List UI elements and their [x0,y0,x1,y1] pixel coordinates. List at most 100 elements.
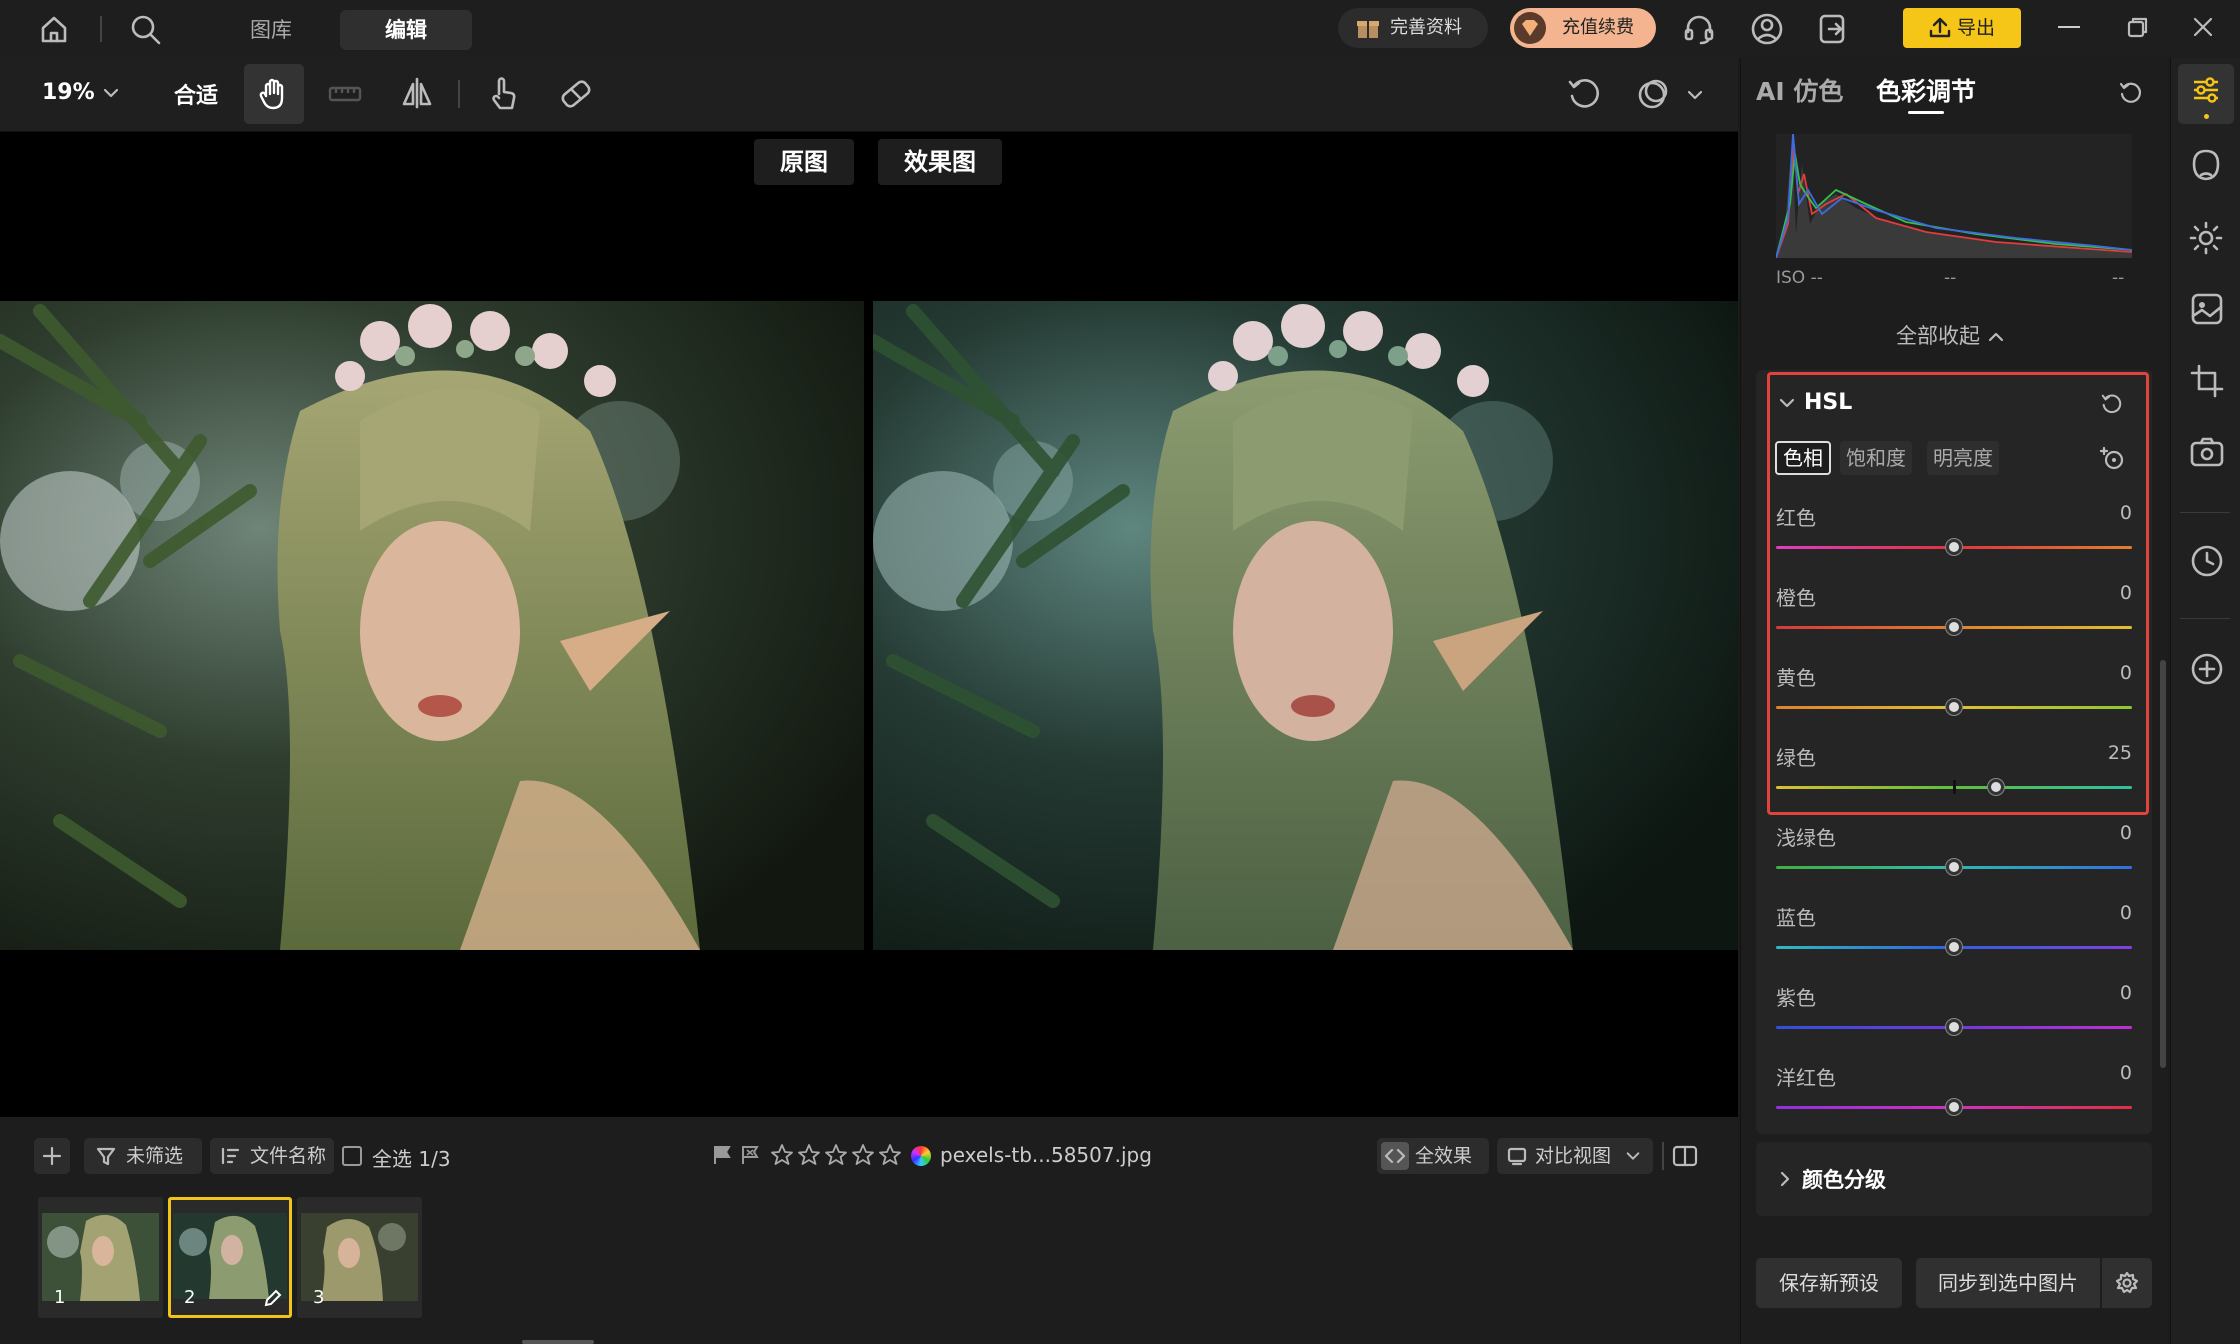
compare-view-select[interactable]: 对比视图 [1497,1138,1653,1174]
slider-knob[interactable] [1946,539,1962,555]
profile-button[interactable]: 完善资料 [1338,8,1488,48]
file-name: pexels-tb...58507.jpg [940,1143,1152,1167]
thumbnail[interactable]: 1 [38,1197,163,1318]
slider-knob[interactable] [1946,699,1962,715]
add-circle-icon[interactable] [2190,652,2224,686]
fit-button[interactable]: 合适 [174,78,218,110]
iso-readout: ISO -- [1776,268,1823,288]
tab-indicator [1908,111,1944,114]
undo-icon[interactable] [1566,76,1602,112]
crop-icon[interactable] [2190,364,2224,398]
filter-icon [96,1147,116,1166]
add-button[interactable] [34,1138,70,1174]
reset-icon[interactable] [2100,392,2124,416]
slider-value[interactable]: 0 [2072,582,2132,604]
target-adjust-icon[interactable] [2100,446,2126,472]
select-all-checkbox[interactable] [342,1146,362,1166]
save-preset-button[interactable]: 保存新预设 [1756,1258,1902,1308]
panel-scrollbar[interactable] [2160,660,2166,1068]
effect-view-label[interactable]: 效果图 [878,139,1002,185]
tab-ai-color[interactable]: AI 仿色 [1756,72,1843,108]
slider-value[interactable]: 0 [2072,1062,2132,1084]
tab-saturation[interactable]: 饱和度 [1840,441,1912,475]
export-button[interactable]: 导出 [1903,8,2021,48]
adjust-tool-button[interactable] [2178,64,2234,124]
slider-label: 绿色 [1776,746,1816,770]
overlay-icon[interactable] [1636,76,1672,112]
search-icon[interactable] [128,12,162,46]
slider-value[interactable]: 25 [2072,742,2132,764]
tab-hue[interactable]: 色相 [1775,441,1831,475]
settings-button[interactable] [2102,1258,2152,1308]
touch-icon[interactable] [486,76,520,112]
color-grading-title: 颜色分级 [1802,1168,1886,1192]
slider-label: 洋红色 [1776,1066,1836,1090]
slider-value[interactable]: 0 [2072,822,2132,844]
eraser-icon[interactable] [558,76,594,112]
tab-gallery[interactable]: 图库 [228,10,314,50]
minimize-icon[interactable] [2058,26,2080,28]
collapse-all-button[interactable]: 全部收起 [1896,320,2005,350]
history-icon[interactable] [2190,544,2224,578]
thumbnail-number: 3 [313,1287,325,1308]
all-effect-button[interactable]: 全效果 [1377,1138,1489,1174]
ruler-icon[interactable] [328,80,362,108]
slider-knob[interactable] [1946,939,1962,955]
image-edit-icon[interactable] [2190,292,2224,326]
hsl-title[interactable]: HSL [1804,390,1852,415]
flip-icon[interactable] [400,76,434,110]
chevron-right-icon [1780,1171,1790,1187]
color-label-icon[interactable] [911,1146,931,1166]
flag-icon[interactable] [712,1144,760,1166]
sort-button[interactable]: 文件名称 [210,1138,334,1174]
tab-edit[interactable]: 编辑 [340,10,472,50]
reset-icon[interactable] [2118,80,2144,106]
slider-value[interactable]: 0 [2072,502,2132,524]
collapse-all-label: 全部收起 [1896,324,1980,348]
sync-button[interactable]: 同步到选中图片 [1916,1258,2100,1308]
slider-label: 浅绿色 [1776,826,1836,850]
histogram [1776,134,2132,258]
user-icon[interactable] [1750,12,1784,46]
original-view-label[interactable]: 原图 [754,139,854,185]
slider-label: 橙色 [1776,586,1816,610]
thumbnail-selected[interactable]: 2 [168,1197,292,1318]
thumbnail[interactable]: 3 [297,1197,422,1318]
chevron-down-icon[interactable] [1686,86,1704,104]
divider [2180,618,2230,619]
face-icon[interactable] [2190,148,2222,182]
logout-icon[interactable] [1816,12,1850,46]
filter-button[interactable]: 未筛选 [84,1138,202,1174]
slider-value[interactable]: 0 [2072,662,2132,684]
sun-icon[interactable] [2188,220,2224,256]
hand-icon [259,78,284,110]
view-icon [1507,1147,1527,1166]
slider-value[interactable]: 0 [2072,982,2132,1004]
color-grading-section[interactable]: 颜色分级 [1756,1142,2152,1216]
home-icon[interactable] [38,13,70,45]
tab-color-adjust[interactable]: 色彩调节 [1876,72,1976,108]
thumbnail-number: 1 [54,1287,66,1308]
star-rating[interactable] [770,1143,906,1167]
recharge-button[interactable]: 充值续费 [1510,8,1656,48]
headset-icon[interactable] [1682,12,1716,46]
sort-label: 文件名称 [250,1145,327,1167]
slider-knob[interactable] [1946,1019,1962,1035]
close-icon[interactable] [2192,16,2214,38]
zoom-select[interactable]: 19% [42,80,95,105]
hand-tool-button[interactable] [244,64,304,124]
slider-label: 黄色 [1776,666,1816,690]
zoom-value: 19% [42,80,95,105]
top-bar: 图库 编辑 完善资料 充值续费 导出 [0,0,2240,58]
split-view-icon[interactable] [1672,1143,1698,1169]
chevron-down-icon[interactable] [102,84,120,102]
filmstrip-scrollbar[interactable] [522,1340,594,1344]
tab-luminance[interactable]: 明亮度 [1927,441,1999,475]
camera-icon[interactable] [2190,436,2224,468]
restore-icon[interactable] [2126,15,2150,39]
chevron-down-icon[interactable] [1778,394,1796,412]
slider-value[interactable]: 0 [2072,902,2132,924]
slider-knob[interactable] [1946,1099,1962,1115]
slider-knob[interactable] [1946,859,1962,875]
slider-knob[interactable] [1946,619,1962,635]
